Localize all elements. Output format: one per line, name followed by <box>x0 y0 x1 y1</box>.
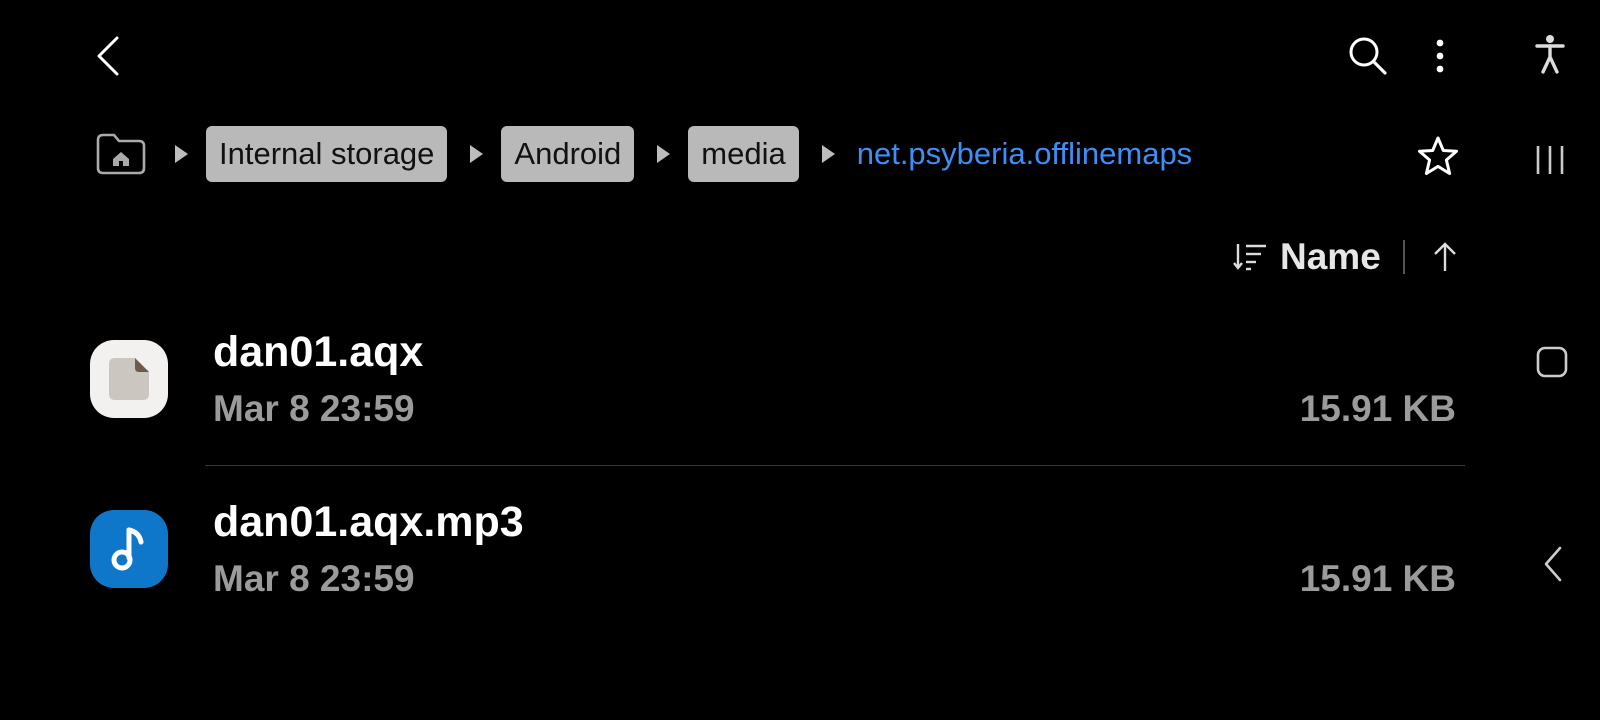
breadcrumb-separator-icon <box>465 143 487 165</box>
search-button[interactable] <box>1344 32 1392 80</box>
breadcrumb-item-media[interactable]: media <box>688 126 799 182</box>
sort-field-label[interactable]: Name <box>1280 236 1381 278</box>
file-name: dan01.aqx <box>213 328 424 376</box>
nav-home-button[interactable] <box>1534 342 1570 382</box>
sort-icon[interactable] <box>1230 237 1270 277</box>
recents-icon <box>1534 143 1566 177</box>
sort-bar: Name <box>1230 230 1463 284</box>
favorite-button[interactable] <box>1414 132 1462 180</box>
music-note-icon <box>90 510 168 588</box>
breadcrumb-separator-icon <box>652 143 674 165</box>
recents-button[interactable] <box>1530 138 1570 182</box>
back-button[interactable] <box>88 32 128 80</box>
document-icon <box>90 340 168 418</box>
chevron-left-icon <box>95 35 121 77</box>
folder-home-icon <box>95 132 147 176</box>
nav-back-button[interactable] <box>1538 542 1568 586</box>
file-date: Mar 8 23:59 <box>213 558 415 599</box>
file-list-item[interactable]: dan01.aqx.mp3 Mar 8 23:59 15.91 KB <box>88 476 1468 632</box>
storage-home-button[interactable] <box>92 129 150 179</box>
list-divider <box>205 465 1465 466</box>
breadcrumb-separator-icon <box>170 143 192 165</box>
sort-divider <box>1402 240 1405 274</box>
sort-direction-button[interactable] <box>1427 237 1463 277</box>
search-icon <box>1348 36 1388 76</box>
accessibility-icon <box>1535 34 1565 74</box>
home-icon <box>1536 346 1568 378</box>
arrow-up-icon <box>1433 242 1456 271</box>
file-name: dan01.aqx.mp3 <box>213 498 524 546</box>
breadcrumb-item-android[interactable]: Android <box>501 126 635 182</box>
breadcrumb: Internal storage Android media net.psybe… <box>92 126 1196 182</box>
breadcrumb-item-current: net.psyberia.offlinemaps <box>856 136 1193 171</box>
file-date: Mar 8 23:59 <box>213 388 415 429</box>
back-icon <box>1543 546 1563 582</box>
breadcrumb-item-internal-storage[interactable]: Internal storage <box>206 126 448 182</box>
file-size: 15.91 KB <box>1299 558 1456 599</box>
accessibility-button[interactable] <box>1528 30 1572 78</box>
more-options-button[interactable] <box>1420 32 1460 80</box>
file-list-item[interactable]: dan01.aqx Mar 8 23:59 15.91 KB <box>88 306 1468 462</box>
breadcrumb-separator-icon <box>817 143 839 165</box>
file-size: 15.91 KB <box>1299 388 1456 429</box>
more-vert-icon <box>1435 38 1445 74</box>
star-outline-icon <box>1417 135 1459 177</box>
